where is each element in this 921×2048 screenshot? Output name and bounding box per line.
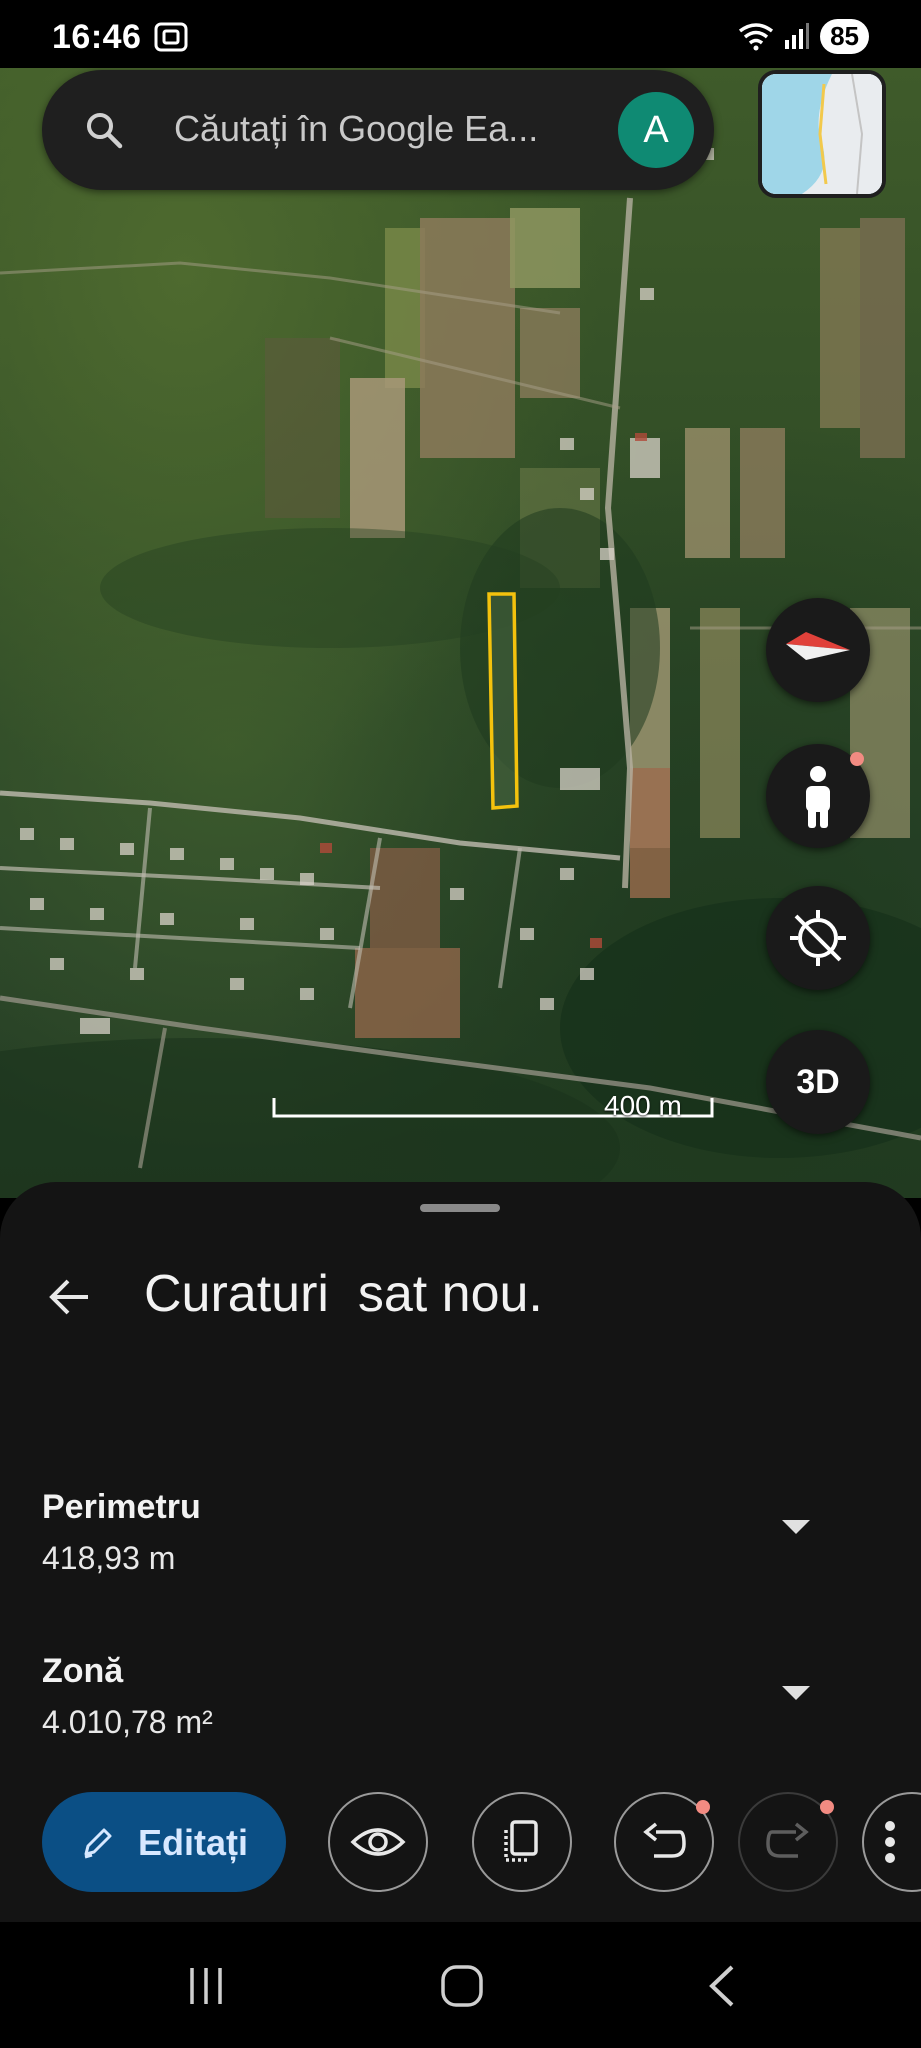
edit-button-label: Editați xyxy=(138,1822,249,1863)
compass-button[interactable] xyxy=(766,598,870,702)
notification-dot xyxy=(696,1800,710,1814)
wifi-icon xyxy=(739,23,774,51)
status-indicators: 85 xyxy=(738,16,869,56)
mini-map-icon xyxy=(762,74,882,194)
search-icon xyxy=(87,113,123,149)
redo-button[interactable] xyxy=(738,1792,838,1892)
search-bar[interactable]: Căutați în Google Ea... A xyxy=(42,70,714,190)
signal-icon xyxy=(785,23,810,49)
my-location-button[interactable] xyxy=(766,886,870,990)
perimeter-value: 418,93 m xyxy=(42,1540,176,1576)
3d-toggle-button[interactable]: 3D xyxy=(766,1030,870,1134)
home-icon[interactable] xyxy=(440,1964,484,2008)
area-label: Zonă xyxy=(42,1652,124,1690)
perimeter-label: Perimetru xyxy=(42,1488,201,1526)
back-nav-icon[interactable] xyxy=(706,1964,736,2008)
back-arrow-icon[interactable] xyxy=(46,1274,92,1320)
edit-button[interactable]: Editați xyxy=(42,1792,286,1892)
notification-dot xyxy=(850,752,864,766)
dropdown-arrow-icon[interactable] xyxy=(782,1686,810,1700)
area-row[interactable]: Zonă 4.010,78 m² xyxy=(42,1652,842,1762)
feature-title: Curaturi sat nou. xyxy=(144,1265,543,1323)
map-style-thumbnail[interactable] xyxy=(758,70,886,198)
screen-record-icon xyxy=(154,22,188,52)
selected-parcel-outline xyxy=(487,592,519,810)
undo-icon xyxy=(643,1822,686,1858)
visibility-button[interactable] xyxy=(328,1792,428,1892)
perimeter-row[interactable]: Perimetru 418,93 m xyxy=(42,1488,842,1598)
location-off-icon xyxy=(790,910,846,966)
account-avatar[interactable]: A xyxy=(618,92,694,168)
search-input[interactable]: Căutați în Google Ea... xyxy=(174,108,538,150)
scale-label: 400 m xyxy=(604,1090,682,1121)
notification-dot xyxy=(820,1800,834,1814)
feature-toolbar: Editați xyxy=(0,1762,921,1922)
satellite-map[interactable]: 400 m 3D xyxy=(0,68,921,1198)
redo-icon xyxy=(766,1822,809,1858)
undo-button[interactable] xyxy=(614,1792,714,1892)
compass-icon xyxy=(786,632,850,660)
layers-icon xyxy=(504,1820,538,1862)
more-options-button[interactable] xyxy=(862,1792,921,1892)
status-bar: 16:46 85 xyxy=(0,0,921,68)
recent-apps-icon[interactable] xyxy=(186,1966,226,2006)
system-navigation-bar xyxy=(0,1922,921,2048)
area-value: 4.010,78 m² xyxy=(42,1704,213,1740)
street-view-button[interactable] xyxy=(766,744,870,848)
sheet-drag-handle[interactable] xyxy=(420,1204,500,1212)
status-time: 16:46 xyxy=(52,18,142,56)
more-vert-icon xyxy=(885,1821,895,1863)
eye-icon xyxy=(350,1828,406,1856)
pencil-icon xyxy=(84,1828,112,1859)
layers-button[interactable] xyxy=(472,1792,572,1892)
dropdown-arrow-icon[interactable] xyxy=(782,1520,810,1534)
battery-indicator: 85 xyxy=(820,18,869,54)
